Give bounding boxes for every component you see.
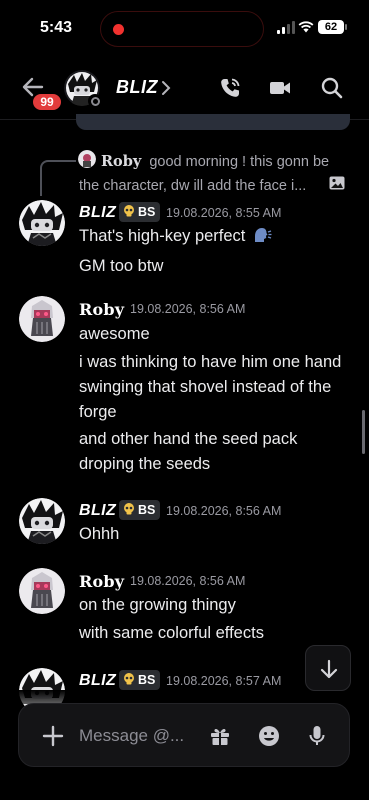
status-indicator — [88, 94, 102, 108]
message-timestamp: 19.08.2026, 8:56 AM — [166, 504, 282, 518]
search-icon[interactable] — [320, 76, 344, 100]
message-text[interactable]: on the growing thingy — [79, 593, 354, 618]
message-text[interactable]: i was thinking to have him one hand swin… — [79, 350, 354, 425]
message-text-content: That's high-key perfect — [79, 227, 246, 245]
dynamic-island — [100, 11, 264, 47]
chevron-right-icon[interactable] — [160, 80, 172, 96]
message-input[interactable]: Message @... — [79, 726, 184, 746]
jump-to-latest-button[interactable] — [305, 645, 351, 691]
video-camera-icon[interactable] — [268, 76, 292, 100]
message-author[interactable]: BLIZ — [79, 502, 116, 520]
role-tag-label: BS — [138, 503, 156, 517]
avatar[interactable] — [19, 296, 65, 342]
avatar[interactable] — [19, 568, 65, 614]
message-composer: Message @... — [18, 703, 350, 767]
role-tag: BS — [119, 670, 161, 690]
unread-badge: 99 — [31, 92, 63, 112]
reply-preview[interactable]: Roby good morning ! this gonn be the cha… — [79, 150, 349, 198]
status-time: 5:43 — [40, 19, 73, 36]
message-author[interactable]: Roby — [79, 300, 124, 319]
gift-icon[interactable] — [208, 724, 232, 748]
plus-icon[interactable] — [42, 725, 64, 747]
message-timestamp: 19.08.2026, 8:56 AM — [130, 302, 246, 316]
chat-header: 99 BLIZ — [0, 56, 369, 120]
message-author[interactable]: BLIZ — [79, 672, 116, 690]
image-icon — [329, 176, 345, 190]
message-text[interactable]: awesome — [79, 322, 354, 347]
message-author[interactable]: Roby — [79, 572, 124, 591]
conversation-title[interactable]: BLIZ — [116, 77, 158, 98]
microphone-icon[interactable] — [305, 724, 329, 748]
reply-connector — [40, 160, 76, 196]
battery-indicator: 62 — [318, 20, 347, 34]
message-author[interactable]: BLIZ — [79, 204, 116, 222]
message-text[interactable]: with same colorful effects — [79, 621, 354, 646]
avatar[interactable] — [19, 498, 65, 544]
message-text[interactable]: GM too btw — [79, 254, 354, 279]
phone-icon[interactable] — [218, 76, 242, 100]
image-embed[interactable] — [76, 114, 350, 130]
skull-icon — [124, 673, 134, 685]
message-timestamp: 19.08.2026, 8:55 AM — [166, 206, 282, 220]
message-text[interactable]: Ohhh — [79, 522, 354, 547]
message-timestamp: 19.08.2026, 8:57 AM — [166, 674, 282, 688]
skull-icon — [124, 205, 134, 217]
recording-indicator — [113, 24, 124, 35]
role-tag-label: BS — [138, 205, 156, 219]
emoji-icon[interactable] — [257, 724, 281, 748]
message-text[interactable]: That's high-key perfect — [79, 224, 354, 249]
message-text[interactable]: and other hand the seed pack droping the… — [79, 427, 354, 477]
arrow-down-icon — [320, 659, 338, 679]
message-timestamp: 19.08.2026, 8:56 AM — [130, 574, 246, 588]
status-bar: 5:43 62 — [0, 0, 369, 56]
avatar[interactable] — [19, 200, 65, 246]
cellular-signal-icon — [277, 21, 295, 34]
reply-author: Roby — [101, 153, 142, 170]
scrollbar[interactable] — [362, 410, 365, 454]
role-tag: BS — [119, 500, 161, 520]
role-tag-label: BS — [138, 673, 156, 687]
speaking-head-icon — [255, 228, 272, 242]
role-tag: BS — [119, 202, 161, 222]
wifi-icon — [298, 21, 314, 33]
skull-icon — [124, 503, 134, 515]
composer-fade — [0, 690, 369, 704]
